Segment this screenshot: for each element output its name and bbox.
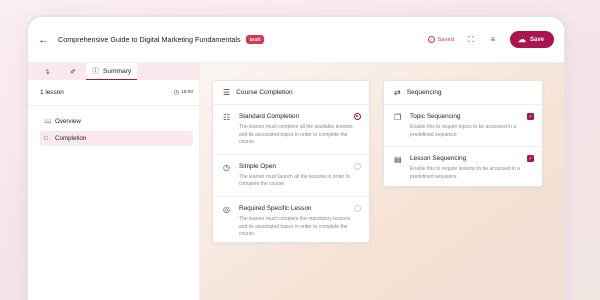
tab-flow[interactable]: ↴ [34,63,60,80]
target-icon: ◎ [223,204,230,214]
duration: ◷ 16:00 [174,89,193,96]
fullscreen-icon[interactable]: ⛶ [466,35,476,45]
completion-option-required-lesson[interactable]: ◎ Required Specific Lesson The learner m… [213,197,369,246]
back-arrow-icon[interactable]: ← [38,34,54,46]
option-title: Standard Completion [239,113,300,120]
option-description: Enable this to require topics to be acce… [410,124,517,138]
option-title: Topic Sequencing [410,113,461,120]
sidebar: ↴ ✐ ⓘ Summary 1 lesson ◷ 16:00 📖 Overvie… [28,63,200,300]
course-completion-panel: ☰ Course Completion ☷ Standard Completio… [212,80,370,243]
option-title: Lesson Sequencing [410,155,467,163]
radio-button-selected[interactable] [354,113,361,120]
summary-icon: ⓘ [92,68,99,75]
clock-icon: ◷ [173,90,179,96]
duration-value: 16:00 [180,90,193,95]
tab-summary-label: Summary [103,67,132,75]
sidebar-item-completion[interactable]: □ Completion [40,131,193,146]
sidebar-item-overview[interactable]: 📖 Overview [40,114,193,129]
cloud-upload-icon: ☁ [517,35,526,44]
saved-indicator: ✓ Saved [427,36,454,43]
course-title: Comprehensive Guide to Digital Marketing… [58,35,241,44]
app-window: ← Comprehensive Guide to Digital Marketi… [26,15,566,300]
panel-title: Course Completion [236,89,293,96]
sidebar-item-label: Completion [55,135,87,142]
sidebar-tabs: ↴ ✐ ⓘ Summary [28,63,199,80]
clipboard-icon: ☰ [223,88,231,97]
status-badge: Draft [245,35,265,44]
lesson-page-icon: ▤ [394,155,402,165]
save-button[interactable]: ☁ Save [509,31,554,48]
main-content: ☰ Course Completion ☷ Standard Completio… [200,63,564,300]
completion-option-standard[interactable]: ☷ Standard Completion The learner must c… [213,105,369,155]
panel-header: ⇄ Sequencing [384,81,542,105]
tab-summary[interactable]: ⓘ Summary [86,63,138,80]
sidebar-item-label: Overview [55,118,81,125]
sequence-icon: ⇄ [394,88,401,97]
option-description: The learner must launch all the lessons … [239,173,350,188]
flow-icon: ↴ [44,68,50,76]
option-description: Enable this to require lessons to be acc… [410,166,521,180]
top-bar: ← Comprehensive Guide to Digital Marketi… [28,17,564,63]
check-circle-icon: ✓ [427,36,435,43]
tab-design[interactable]: ✐ [60,63,86,80]
option-title: Required Specific Lesson [239,204,312,212]
option-title: Simple Open [239,162,276,170]
radio-button[interactable] [354,162,361,170]
saved-label: Saved [437,36,454,43]
option-description: The learner must complete all the availa… [239,124,353,146]
panel-title: Sequencing [406,89,442,96]
lesson-summary: 1 lesson ◷ 16:00 [28,80,199,106]
page-icon: □ [44,135,48,142]
completion-option-simple-open[interactable]: ◷ Simple Open The learner must launch al… [213,155,369,197]
paint-brush-icon: ✐ [70,68,76,76]
copy-icon: ❐ [394,113,402,122]
radio-button[interactable] [354,204,361,212]
sidebar-nav: 📖 Overview □ Completion [28,106,199,146]
checkbox-checked[interactable]: ✓ [527,113,534,120]
book-icon: 📖 [44,119,52,125]
clock-icon: ◷ [223,162,230,172]
checkbox-checked[interactable]: ✓ [527,155,534,163]
option-description: The learner must complete the mandatory … [239,215,351,238]
sequencing-option-lesson[interactable]: ▤ Lesson Sequencing Enable this to requi… [384,147,542,188]
checklist-icon: ☷ [223,113,231,122]
sequencing-option-topic[interactable]: ❐ Topic Sequencing Enable this to requir… [384,105,542,148]
filter-icon[interactable]: ≡ [488,35,498,44]
lesson-count: 1 lesson [40,89,64,96]
sequencing-panel: ⇄ Sequencing ❐ Topic Sequencing Enable t… [383,80,543,187]
panel-header: ☰ Course Completion [213,81,369,105]
save-button-label: Save [529,36,544,43]
